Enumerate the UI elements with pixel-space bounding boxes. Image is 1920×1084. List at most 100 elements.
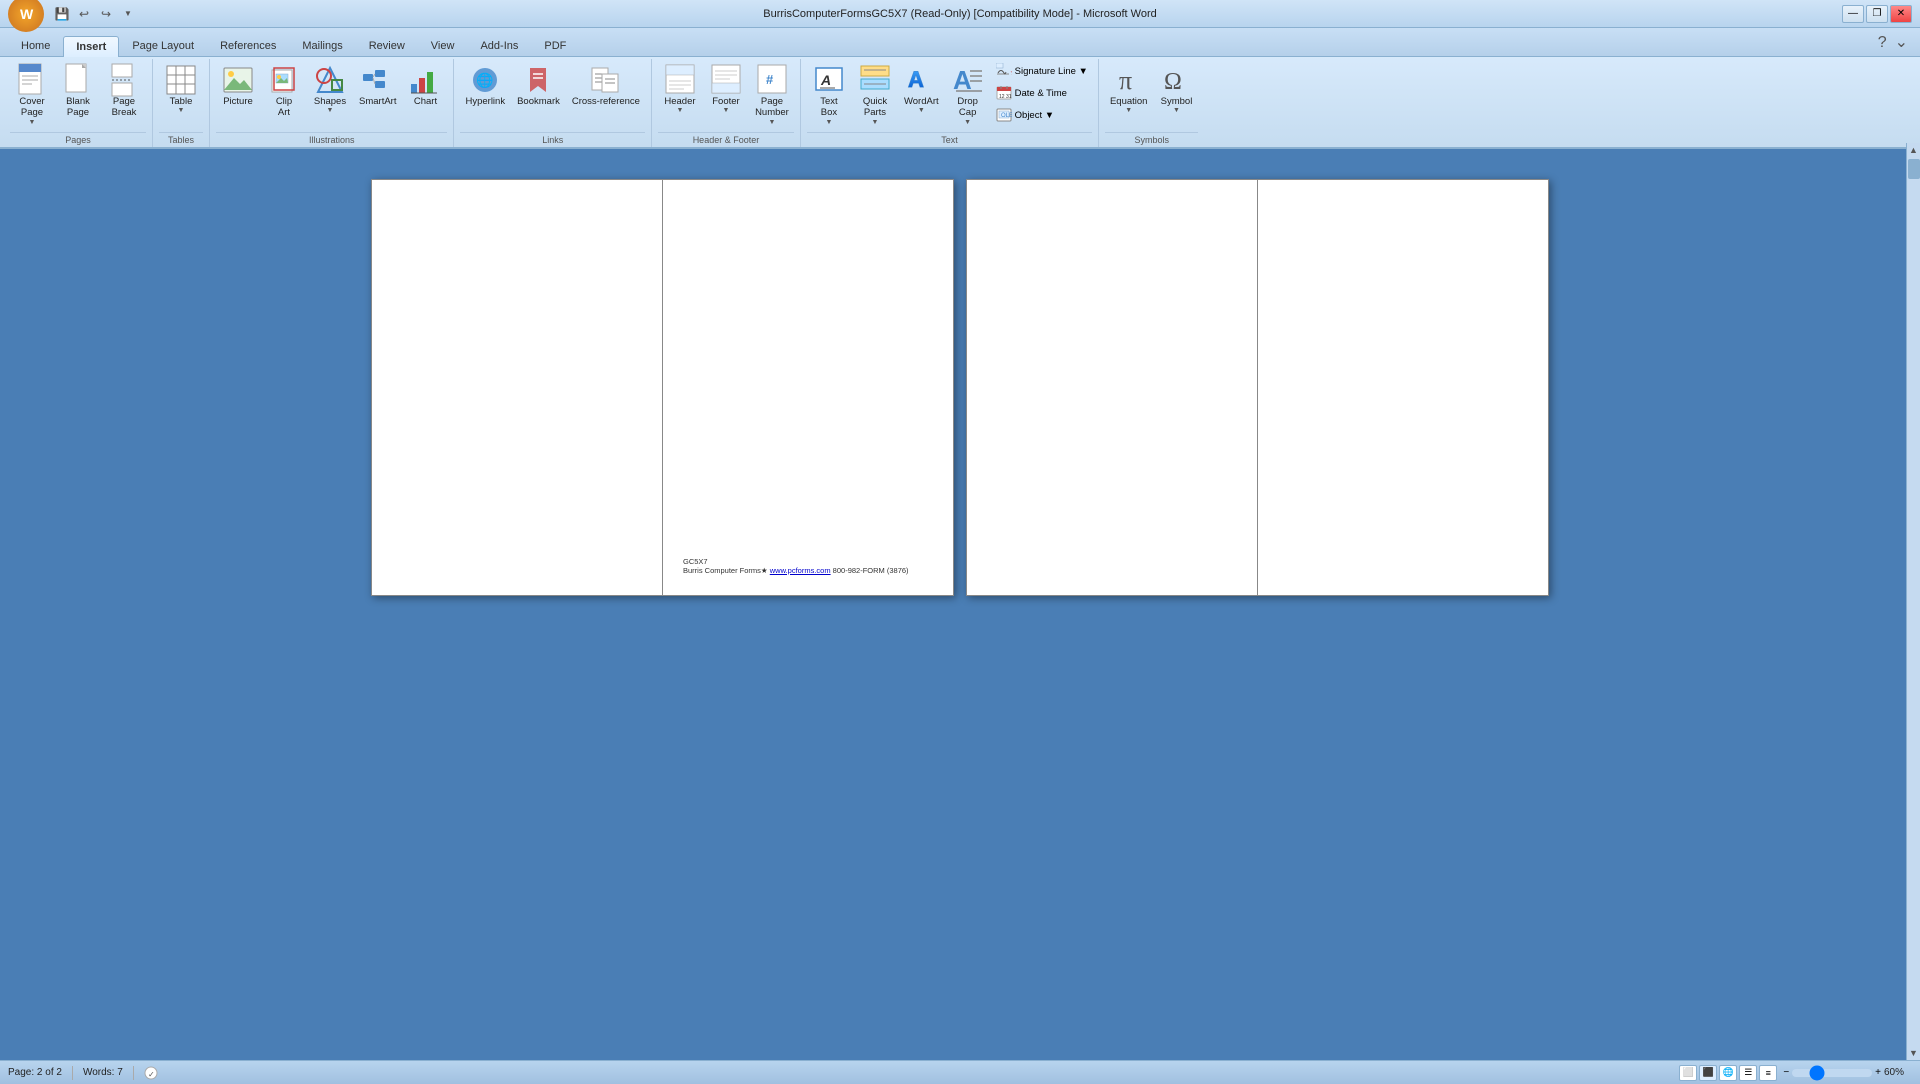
tab-page-layout[interactable]: Page Layout [119,35,207,56]
drop-cap-dropdown: ▼ [964,119,971,126]
undo-button[interactable]: ↩ [74,4,94,24]
page-1-content [372,180,662,595]
group-pages-items: CoverPage ▼ BlankPage [10,61,146,130]
page-3-content [967,180,1257,595]
words-status: Words: 7 [83,1067,123,1078]
date-time-button[interactable]: 12 31 Date & Time [992,83,1092,103]
object-icon: OLE [996,107,1012,123]
close-button[interactable]: ✕ [1890,5,1912,23]
tab-review[interactable]: Review [356,35,418,56]
page-number-button[interactable]: # PageNumber ▼ [750,61,794,129]
view-full-screen[interactable]: ⬛ [1699,1065,1717,1081]
restore-button[interactable]: ❐ [1866,5,1888,23]
cross-reference-button[interactable]: Cross-reference [567,61,645,110]
signature-line-button[interactable]: ★ Signature Line ▼ [992,61,1092,81]
header-button[interactable]: Header ▼ [658,61,702,117]
quick-parts-button[interactable]: QuickParts ▼ [853,61,897,129]
view-print-layout[interactable]: ⬜ [1679,1065,1697,1081]
tab-pdf[interactable]: PDF [531,35,579,56]
symbol-icon: Ω [1160,64,1192,96]
symbol-button[interactable]: Ω Symbol ▼ [1154,61,1198,117]
page-break-label: PageBreak [112,96,137,119]
proofing-icon: ✓ [144,1066,158,1080]
bookmark-button[interactable]: Bookmark [512,61,565,110]
footer-text: Burris Computer Forms★ [683,566,770,575]
tab-home[interactable]: Home [8,35,63,56]
blank-page-label: BlankPage [66,96,90,119]
page-break-button[interactable]: PageBreak [102,61,146,122]
ribbon: Home Insert Page Layout References Maili… [0,28,1920,149]
save-button[interactable]: 💾 [52,4,72,24]
hyperlink-button[interactable]: 🌐 Hyperlink [460,61,510,110]
tab-mailings[interactable]: Mailings [289,35,355,56]
zoom-control: − + 60% [1783,1067,1912,1078]
tab-insert[interactable]: Insert [63,36,119,57]
blank-page-icon [62,64,94,96]
svg-text:✓: ✓ [148,1070,155,1079]
table-dropdown: ▼ [178,107,185,114]
svg-text:★: ★ [1010,68,1012,77]
zoom-in-button[interactable]: + [1875,1067,1881,1078]
ribbon-toggle[interactable]: ⌄ [1891,28,1912,56]
tab-view[interactable]: View [418,35,468,56]
svg-text:A: A [820,72,831,88]
illustrations-group-label: Illustrations [216,132,447,145]
group-illustrations-items: Picture ClipArt [216,61,447,130]
links-group-label: Links [460,132,644,145]
text-box-dropdown: ▼ [826,119,833,126]
quick-parts-label: QuickParts [863,96,887,119]
object-button[interactable]: OLE Object ▼ [992,105,1092,125]
status-divider-1 [72,1066,73,1080]
customize-button[interactable]: ▼ [118,4,138,24]
smartart-button[interactable]: SmartArt [354,61,401,110]
symbol-dropdown: ▼ [1173,107,1180,114]
cover-page-button[interactable]: CoverPage ▼ [10,61,54,129]
table-button[interactable]: Table ▼ [159,61,203,117]
text-box-button[interactable]: A TextBox ▼ [807,61,851,129]
office-button[interactable]: W [8,0,44,32]
redo-button[interactable]: ↪ [96,4,116,24]
drop-cap-button[interactable]: A DropCap ▼ [946,61,990,129]
page-1 [372,180,662,595]
pages-container: GC5X7 Burris Computer Forms★ www.pcforms… [371,169,1549,1046]
scroll-up-button[interactable]: ▲ [1907,143,1920,157]
footer-button[interactable]: Footer ▼ [704,61,748,117]
blank-page-button[interactable]: BlankPage [56,61,100,122]
clip-art-button[interactable]: ClipArt [262,61,306,122]
zoom-out-button[interactable]: − [1783,1067,1789,1078]
scroll-thumb[interactable] [1908,159,1920,179]
quick-access-toolbar: 💾 ↩ ↪ ▼ [52,4,138,24]
wordart-button[interactable]: A A WordArt ▼ [899,61,944,117]
equation-button[interactable]: π Equation ▼ [1105,61,1153,117]
ribbon-help[interactable]: ? [1874,30,1891,56]
vertical-scrollbar[interactable]: ▲ ▼ [1906,143,1920,1060]
view-draft[interactable]: ≡ [1759,1065,1777,1081]
group-links: 🌐 Hyperlink Bookmark [454,59,651,147]
hyperlink-label: Hyperlink [465,96,505,107]
picture-label: Picture [223,96,253,107]
quick-parts-icon [859,64,891,96]
page-4-content [1258,180,1548,595]
smartart-label: SmartArt [359,96,396,107]
minimize-button[interactable]: — [1842,5,1864,23]
window-controls: — ❐ ✕ [1842,5,1912,23]
wordart-label: WordArt [904,96,939,107]
shapes-button[interactable]: Shapes ▼ [308,61,352,117]
tab-references[interactable]: References [207,35,289,56]
footer-link[interactable]: www.pcforms.com [770,566,831,575]
view-outline[interactable]: ☰ [1739,1065,1757,1081]
picture-button[interactable]: Picture [216,61,260,110]
scroll-down-button[interactable]: ▼ [1907,1046,1920,1060]
ribbon-content: CoverPage ▼ BlankPage [0,57,1920,147]
page-2: GC5X7 Burris Computer Forms★ www.pcforms… [663,180,953,595]
proof-status: ✓ [144,1066,158,1080]
view-buttons: ⬜ ⬛ 🌐 ☰ ≡ [1679,1065,1777,1081]
group-tables-items: Table ▼ [159,61,203,130]
tab-add-ins[interactable]: Add-Ins [467,35,531,56]
tables-group-label: Tables [159,132,203,145]
chart-button[interactable]: Chart [403,61,447,110]
wordart-dropdown: ▼ [918,107,925,114]
view-web[interactable]: 🌐 [1719,1065,1737,1081]
zoom-slider[interactable] [1792,1069,1872,1077]
wordart-icon: A A [905,64,937,96]
